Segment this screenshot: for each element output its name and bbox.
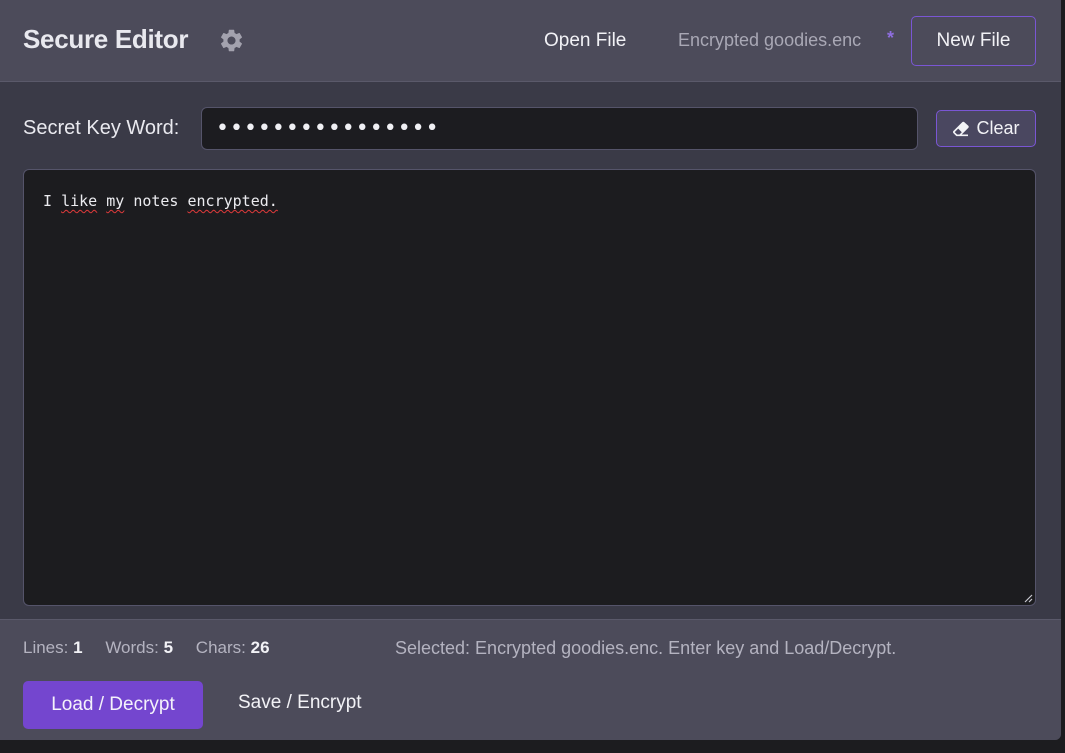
open-file-button[interactable]: Open File [544,30,626,52]
new-file-button[interactable]: New File [911,16,1036,66]
status-message: Selected: Encrypted goodies.enc. Enter k… [395,638,897,658]
current-file-name: Encrypted goodies.enc [678,30,862,50]
words-stat: Words: 5 [105,638,174,657]
load-decrypt-button[interactable]: Load / Decrypt [23,681,203,729]
clear-key-button[interactable]: Clear [936,110,1036,147]
header-bar: Secure Editor Open File Encrypted goodie… [0,0,1061,82]
modified-indicator: * [887,28,895,48]
secret-key-label: Secret Key Word: [23,117,180,139]
editor-text: I like my notes encrypted. [43,192,278,210]
eraser-icon [953,121,970,136]
lines-stat: Lines: 1 [23,638,83,657]
document-stats: Lines: 1 Words: 5 Chars: 26 [23,638,288,658]
footer-bar: Lines: 1 Words: 5 Chars: 26 Selected: En… [0,619,1061,740]
secret-key-input[interactable]: •••••••••••••••• [201,107,918,150]
app-title: Secure Editor [23,24,189,54]
clear-button-label: Clear [976,118,1020,138]
note-text-area[interactable]: I like my notes encrypted. [23,169,1036,606]
resize-handle-icon[interactable] [1024,594,1033,603]
gear-icon[interactable] [218,27,245,54]
save-encrypt-button[interactable]: Save / Encrypt [238,692,362,714]
chars-stat: Chars: 26 [195,638,270,657]
secure-editor-window: Secure Editor Open File Encrypted goodie… [0,0,1061,740]
